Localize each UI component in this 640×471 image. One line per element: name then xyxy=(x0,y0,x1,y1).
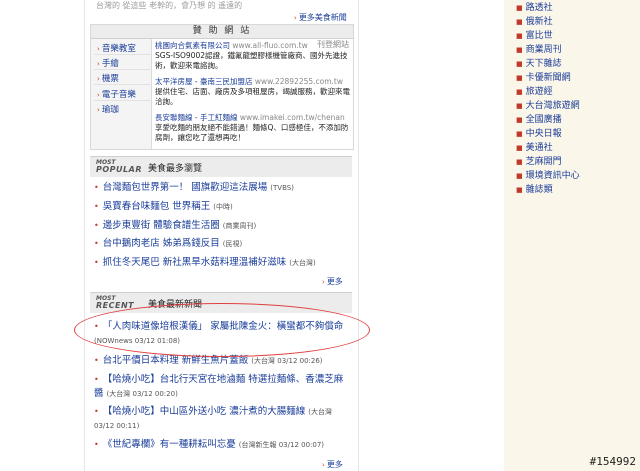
bullet-icon: ■ xyxy=(516,74,523,82)
bullet-icon: • xyxy=(94,356,99,365)
arrow-right-icon: › xyxy=(294,14,297,22)
bullet-icon: ■ xyxy=(516,186,523,194)
rail-link[interactable]: ■ 全國廣播 xyxy=(516,112,562,125)
main-column-left-border xyxy=(84,0,85,471)
bullet-icon: • xyxy=(94,202,99,211)
bullet-icon: • xyxy=(94,221,99,230)
bullet-icon: ■ xyxy=(516,18,523,26)
divider xyxy=(94,100,150,101)
recent-news-item[interactable]: • 【哈燒小吃】台北行天宮在地滷麵 特選拉麵條、香濃芝麻醬 (大台灣 03/12 … xyxy=(94,373,350,401)
rail-link[interactable]: ■ 天下雜誌 xyxy=(516,56,562,69)
sponsor-header: 贊 助 網 站 xyxy=(91,25,353,39)
bullet-icon: ■ xyxy=(516,144,523,152)
bullet-icon: • xyxy=(94,239,99,248)
rail-link[interactable]: ■ 卡優新聞網 xyxy=(516,70,571,83)
arrow-right-icon: › xyxy=(322,461,325,469)
divider xyxy=(94,84,150,85)
more-food-news-link[interactable]: › 更多美食新聞 xyxy=(294,12,347,23)
popular-news-item[interactable]: • 台灣麵包世界第一！ 國旗歡迎這法展場 (TVBS) xyxy=(94,181,350,195)
bullet-icon: • xyxy=(94,375,99,384)
sponsor-category[interactable]: › 音樂教室 xyxy=(97,42,136,54)
bullet-icon: ■ xyxy=(516,60,523,68)
popular-section-title: 美食最多瀏覽 xyxy=(148,164,203,174)
popular-section-header: MOST POPULAR 美食最多瀏覽 xyxy=(90,156,352,177)
popular-news-item[interactable]: • 台中鵝肉老店 姊弟爲錢反目 (民視) xyxy=(94,237,350,251)
main-column-right-border xyxy=(358,0,359,471)
rail-link[interactable]: ■ 富比世 xyxy=(516,28,553,41)
most-popular-logo: MOST POPULAR xyxy=(96,159,142,174)
arrow-right-icon: › xyxy=(97,106,100,114)
recent-news-item[interactable]: • 【哈燒小吃】中山區外送小吃 濃汁煮的大腸麵線 (大台灣 03/12 00:11… xyxy=(94,405,350,433)
sponsor-ad[interactable]: 太平洋房屋 - 臺南三民加盟店 www.22892255.com.tw 提供住宅… xyxy=(155,77,351,107)
rail-link[interactable]: ■ 雜誌類 xyxy=(516,182,553,195)
popular-news-item[interactable]: • 吳寶春台味麵包 世界稱王 (中時) xyxy=(94,200,350,214)
bullet-icon: • xyxy=(94,183,99,192)
bullet-icon: ■ xyxy=(516,172,523,180)
popular-news-item[interactable]: • 邊步東豐街 體驗食譜生活圈 (商業周刊) xyxy=(94,219,350,233)
rail-link[interactable]: ■ 芝麻開門 xyxy=(516,154,562,167)
bullet-icon: ■ xyxy=(516,158,523,166)
rail-link[interactable]: ■ 美通社 xyxy=(516,140,553,153)
bullet-icon: ■ xyxy=(516,116,523,124)
top-faded-text: 台灣的 從這些 老幹的，會乃想 的 遙遠的 xyxy=(96,1,243,10)
sponsor-category[interactable]: › 機票 xyxy=(97,72,119,84)
bullet-icon: • xyxy=(94,407,99,416)
bullet-icon: • xyxy=(94,440,99,449)
bullet-icon: • xyxy=(94,258,99,267)
rail-link[interactable]: ■ 商業周刊 xyxy=(516,42,562,55)
rail-link[interactable]: ■ 大台灣旅遊網 xyxy=(516,98,580,111)
bullet-icon: ■ xyxy=(516,32,523,40)
rail-link[interactable]: ■ 旅遊經 xyxy=(516,84,553,97)
sponsor-ad[interactable]: 長安聯麵線 - 手工紅麵線 www.imakei.com.tw/chenan 享… xyxy=(155,113,351,143)
rail-link[interactable]: ■ 環境資訊中心 xyxy=(516,168,580,181)
arrow-right-icon: › xyxy=(97,60,100,68)
arrow-right-icon: › xyxy=(322,278,325,286)
sponsor-ad[interactable]: 桃園向合氣素有限公司 www.all-fluo.com.tw SGS-ISO90… xyxy=(155,41,351,71)
arrow-right-icon: › xyxy=(97,45,100,53)
sponsor-category[interactable]: › 手繪 xyxy=(97,57,119,69)
image-id-watermark: #154992 xyxy=(589,455,636,468)
rail-link[interactable]: ■ 中央日報 xyxy=(516,126,562,139)
bullet-icon: ■ xyxy=(516,102,523,110)
arrow-right-icon: › xyxy=(97,75,100,83)
divider xyxy=(94,69,150,70)
highlight-ellipse xyxy=(74,303,370,357)
sponsor-category[interactable]: › 瑜珈 xyxy=(97,103,119,115)
arrow-right-icon: › xyxy=(97,91,100,99)
bullet-icon: ■ xyxy=(516,130,523,138)
rail-link[interactable]: ■ 路透社 xyxy=(516,0,553,13)
divider xyxy=(94,54,150,55)
recent-news-item[interactable]: • 《世紀專欄》有一種耕耘叫忘憂 (台灣新生報 03/12 00:07) xyxy=(94,438,350,452)
sponsor-title: 贊 助 網 站 xyxy=(192,26,252,36)
sponsor-box: 贊 助 網 站 刊登網站 › 音樂教室 › 手繪 › 機票 › 電子音樂 › 瑜珈 桃園向… xyxy=(90,24,354,150)
bullet-icon: ■ xyxy=(516,88,523,96)
rail-link[interactable]: ■ 俄新社 xyxy=(516,14,553,27)
popular-news-item[interactable]: • 抓住冬天尾巴 新社黑旱水菇料理溫補好滋味 (大台灣) xyxy=(94,256,350,270)
sponsor-category-list: › 音樂教室 › 手繪 › 機票 › 電子音樂 › 瑜珈 xyxy=(91,39,152,149)
sponsor-category[interactable]: › 電子音樂 xyxy=(97,88,136,100)
more-popular-link[interactable]: › 更多 xyxy=(322,276,343,287)
more-recent-link[interactable]: › 更多 xyxy=(322,459,343,470)
bullet-icon: ■ xyxy=(516,4,523,12)
bullet-icon: ■ xyxy=(516,46,523,54)
